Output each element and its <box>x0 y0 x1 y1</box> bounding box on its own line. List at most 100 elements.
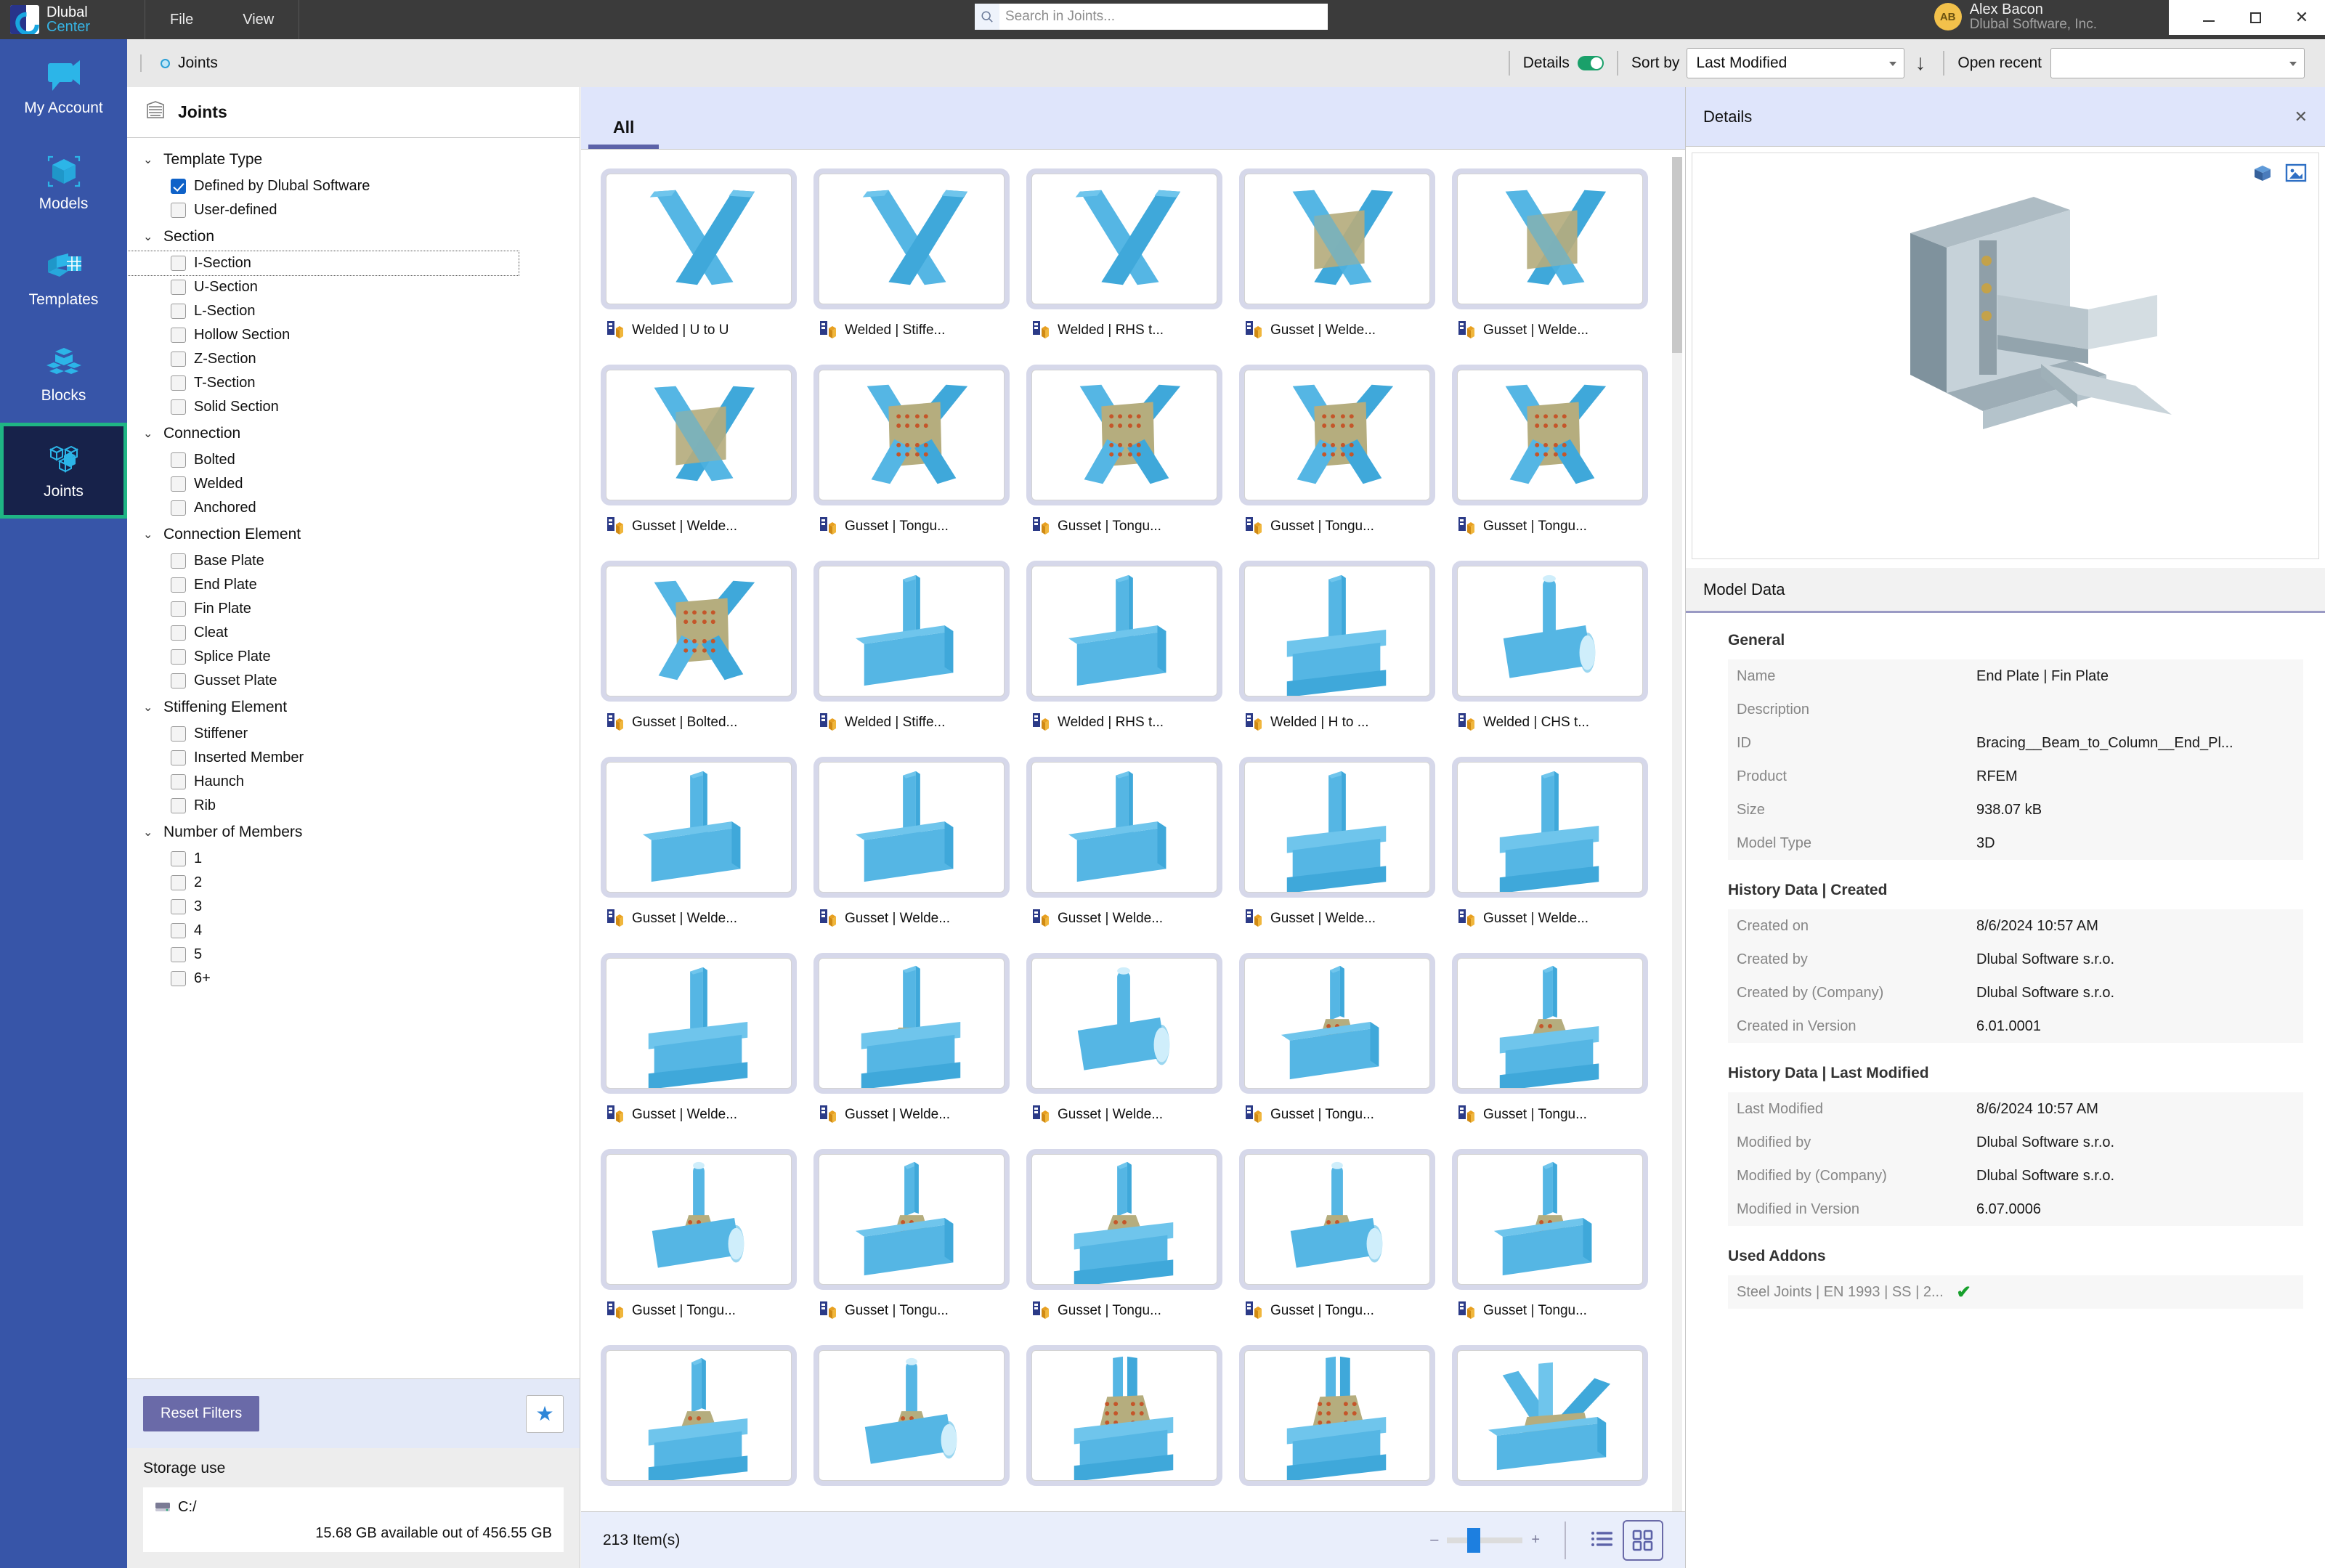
checkbox[interactable] <box>171 203 186 218</box>
model-data-tab[interactable]: Model Data <box>1686 568 2325 613</box>
filter-option[interactable]: Haunch <box>127 770 580 794</box>
grid-item[interactable]: Gusset | Welde... <box>1231 164 1443 360</box>
grid-item[interactable]: Welded | CHS t... <box>1444 556 1656 752</box>
checkbox[interactable] <box>171 500 186 516</box>
menu-view[interactable]: View <box>218 0 299 39</box>
grid-item[interactable]: Gusset | Welde... <box>1444 752 1656 948</box>
filter-group-header[interactable]: ⌄ Connection Element <box>127 520 580 549</box>
grid-item[interactable]: Welded | Stiffe... <box>806 164 1018 360</box>
grid-item[interactable]: Gusset | Welde... <box>1018 948 1230 1145</box>
sort-by-select[interactable]: Last Modified <box>1687 48 1905 78</box>
checkbox[interactable] <box>171 798 186 813</box>
grid-item[interactable]: Gusset | Welde... <box>593 360 805 556</box>
filter-option[interactable]: 6+ <box>127 967 580 991</box>
grid-item[interactable]: Gusset | Tongu... <box>806 1145 1018 1341</box>
checkbox[interactable] <box>171 399 186 415</box>
grid-item[interactable]: Welded | RHS t... <box>1018 164 1230 360</box>
grid-item[interactable]: Welded | H to ... <box>1231 556 1443 752</box>
filter-option[interactable]: 5 <box>127 943 580 967</box>
checkbox[interactable] <box>171 352 186 367</box>
image-view-icon[interactable] <box>2284 162 2308 184</box>
grid-item[interactable]: Gusset | Tongu... <box>806 360 1018 556</box>
filter-option[interactable]: Stiffener <box>127 722 580 746</box>
filter-option[interactable]: 1 <box>127 847 580 871</box>
filter-group-header[interactable]: ⌄ Connection <box>127 419 580 448</box>
grid-item[interactable]: Gusset | Tongu... <box>1231 1145 1443 1341</box>
grid-scrollbar-thumb[interactable] <box>1672 157 1682 353</box>
zoom-slider-handle[interactable] <box>1467 1527 1481 1553</box>
filter-option[interactable]: Defined by Dlubal Software <box>127 174 580 198</box>
nav-item-templates[interactable]: Templates <box>0 231 127 327</box>
menu-file[interactable]: File <box>145 0 218 39</box>
grid-item[interactable]: Gusset | Welde... <box>1018 752 1230 948</box>
reset-filters-button[interactable]: Reset Filters <box>143 1396 260 1431</box>
filter-option[interactable]: Anchored <box>127 496 580 520</box>
zoom-out-icon[interactable]: – <box>1421 1532 1447 1548</box>
user-info[interactable]: AB Alex Bacon Dlubal Software, Inc. <box>1934 2 2114 32</box>
minimize-button[interactable] <box>2186 0 2232 35</box>
grid-item[interactable] <box>806 1341 1018 1511</box>
filter-option[interactable]: Z-Section <box>127 347 580 371</box>
checkbox[interactable] <box>171 179 186 194</box>
grid-item[interactable]: Gusset | Tongu... <box>1444 360 1656 556</box>
nav-item-models[interactable]: Models <box>0 135 127 231</box>
grid-item[interactable]: Gusset | Welde... <box>593 948 805 1145</box>
grid-item[interactable]: Gusset | Tongu... <box>1231 360 1443 556</box>
checkbox[interactable] <box>171 328 186 343</box>
search-input[interactable] <box>999 4 1328 30</box>
checkbox[interactable] <box>171 947 186 962</box>
filter-option[interactable]: Rib <box>127 794 580 818</box>
checkbox[interactable] <box>171 280 186 295</box>
close-icon[interactable]: ✕ <box>2294 107 2308 126</box>
grid-item[interactable] <box>1018 1341 1230 1511</box>
search-box[interactable] <box>975 4 1328 30</box>
grid-item[interactable]: Welded | Stiffe... <box>806 556 1018 752</box>
model-preview[interactable] <box>1692 153 2319 559</box>
grid-item[interactable] <box>593 1341 805 1511</box>
grid-item[interactable]: Gusset | Tongu... <box>1444 1145 1656 1341</box>
filter-option[interactable]: Gusset Plate <box>127 669 580 693</box>
filter-option[interactable]: Hollow Section <box>127 323 580 347</box>
filter-option[interactable]: 3 <box>127 895 580 919</box>
grid-item[interactable]: Gusset | Welde... <box>593 752 805 948</box>
close-button[interactable]: ✕ <box>2279 0 2325 35</box>
filter-option[interactable]: Cleat <box>127 621 580 645</box>
filter-group-header[interactable]: ⌄ Number of Members <box>127 818 580 847</box>
breadcrumb[interactable]: Joints <box>140 54 218 72</box>
grid-item[interactable]: Gusset | Tongu... <box>1018 360 1230 556</box>
filter-option[interactable]: I-Section <box>127 251 519 276</box>
checkbox[interactable] <box>171 304 186 319</box>
filter-option[interactable]: Base Plate <box>127 549 580 573</box>
grid-item[interactable]: Gusset | Tongu... <box>593 1145 805 1341</box>
checkbox[interactable] <box>171 673 186 688</box>
filter-option[interactable]: L-Section <box>127 299 580 323</box>
grid-item[interactable]: Gusset | Tongu... <box>1018 1145 1230 1341</box>
solid-view-icon[interactable] <box>2250 162 2275 184</box>
grid-item[interactable]: Welded | RHS t... <box>1018 556 1230 752</box>
zoom-slider[interactable] <box>1447 1527 1523 1553</box>
checkbox[interactable] <box>171 553 186 569</box>
nav-item-my-account[interactable]: My Account <box>0 39 127 135</box>
filter-option[interactable]: Inserted Member <box>127 746 580 770</box>
grid-item[interactable]: Gusset | Tongu... <box>1444 948 1656 1145</box>
filter-option[interactable]: User-defined <box>127 198 580 222</box>
filter-option[interactable]: U-Section <box>127 275 580 299</box>
filter-option[interactable]: Splice Plate <box>127 645 580 669</box>
filter-option[interactable]: Solid Section <box>127 395 580 419</box>
checkbox[interactable] <box>171 375 186 391</box>
checkbox[interactable] <box>171 476 186 492</box>
star-icon[interactable]: ★ <box>526 1394 564 1433</box>
grid-item[interactable]: Gusset | Welde... <box>806 752 1018 948</box>
maximize-button[interactable] <box>2232 0 2279 35</box>
open-recent-select[interactable] <box>2050 48 2305 78</box>
filter-group-header[interactable]: ⌄ Section <box>127 222 580 251</box>
sort-direction-icon[interactable]: ↓ <box>1915 51 1926 76</box>
checkbox[interactable] <box>171 774 186 789</box>
tab-all[interactable]: All <box>581 118 666 149</box>
checkbox[interactable] <box>171 577 186 593</box>
grid-view-button[interactable] <box>1623 1519 1663 1561</box>
grid-item[interactable] <box>1444 1341 1656 1511</box>
grid-item[interactable]: Gusset | Tongu... <box>1231 948 1443 1145</box>
nav-item-joints[interactable]: Joints <box>0 423 127 519</box>
checkbox[interactable] <box>171 851 186 866</box>
